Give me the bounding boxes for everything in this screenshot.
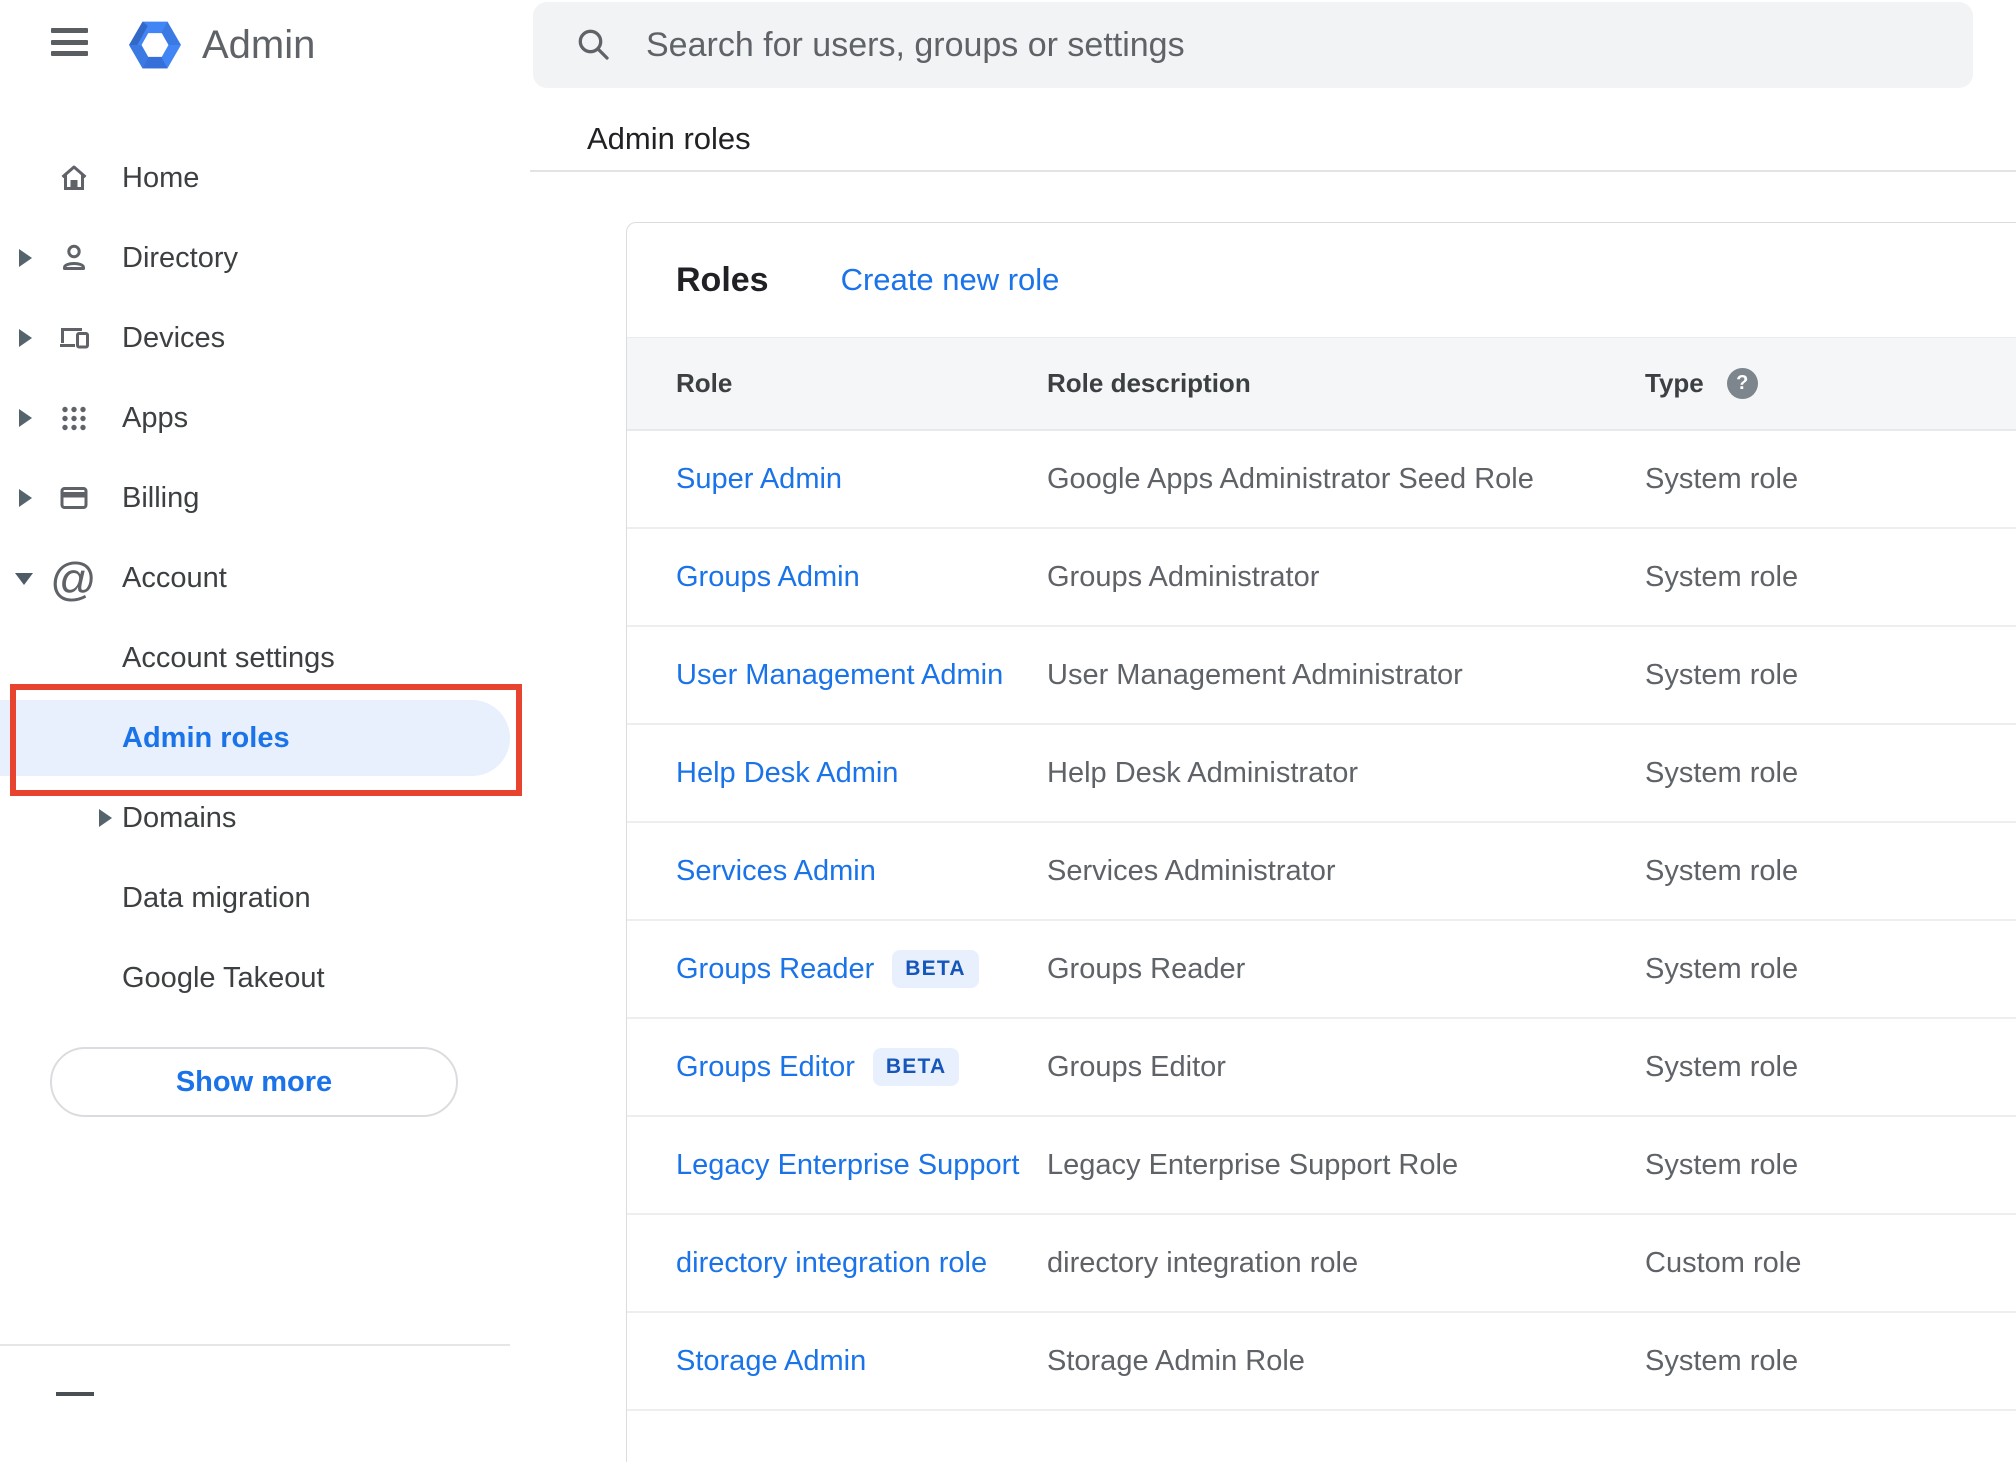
collapse-arrow-icon[interactable] <box>15 573 33 585</box>
account-icon: @ <box>50 552 97 606</box>
search-bar[interactable] <box>533 2 1973 88</box>
role-type: System role <box>1645 1051 2016 1084</box>
sidebar-item-label: Data migration <box>122 882 311 915</box>
table-row: User Management Admin User Management Ad… <box>627 627 2016 725</box>
sidebar-item-admin-roles[interactable]: Admin roles <box>0 698 530 778</box>
table-row: Legacy Enterprise Support Legacy Enterpr… <box>627 1117 2016 1215</box>
role-link[interactable]: directory integration role <box>676 1247 987 1280</box>
sidebar-item-data-migration[interactable]: Data migration <box>0 858 530 938</box>
role-link[interactable]: Groups Editor <box>676 1051 855 1084</box>
sidebar-item-domains[interactable]: Domains <box>0 778 530 858</box>
devices-icon <box>56 320 92 356</box>
role-type: Custom role <box>1645 1247 2016 1280</box>
role-link[interactable]: Storage Admin <box>676 1345 866 1378</box>
beta-badge: BETA <box>892 950 978 988</box>
column-header-description: Role description <box>1047 368 1645 399</box>
table-row: Help Desk Admin Help Desk Administrator … <box>627 725 2016 823</box>
role-link[interactable]: Super Admin <box>676 463 842 496</box>
billing-icon <box>56 480 92 516</box>
table-row: Super Admin Google Apps Administrator Se… <box>627 431 2016 529</box>
sidebar-item-label: Admin roles <box>122 722 290 755</box>
role-description: Services Administrator <box>1047 855 1645 888</box>
role-link[interactable]: User Management Admin <box>676 659 1003 692</box>
header-divider <box>530 170 2016 172</box>
home-icon <box>56 160 92 196</box>
expand-arrow-icon[interactable] <box>19 409 32 427</box>
sidebar-item-label: Domains <box>122 802 236 835</box>
main-content: Admin roles Roles Create new role Role R… <box>530 0 2016 1396</box>
role-description: directory integration role <box>1047 1247 1645 1280</box>
column-header-type: Type <box>1645 368 1704 399</box>
role-link[interactable]: Legacy Enterprise Support <box>676 1149 1019 1182</box>
sidebar-item-apps[interactable]: Apps <box>0 378 530 458</box>
table-row: Groups Editor BETA Groups Editor System … <box>627 1019 2016 1117</box>
admin-logo-icon <box>127 17 183 78</box>
roles-card: Roles Create new role Role Role descript… <box>626 222 2016 1462</box>
role-description: Legacy Enterprise Support Role <box>1047 1149 1645 1182</box>
cutoff-bottom-icon <box>56 1392 94 1396</box>
role-description: Groups Editor <box>1047 1051 1645 1084</box>
sidebar-item-devices[interactable]: Devices <box>0 298 530 378</box>
create-new-role-link[interactable]: Create new role <box>841 262 1060 298</box>
sidebar-item-label: Account settings <box>122 642 335 675</box>
sidebar-item-label: Directory <box>122 242 238 275</box>
sidebar-item-billing[interactable]: Billing <box>0 458 530 538</box>
sidebar-item-label: Account <box>122 562 227 595</box>
role-description: User Management Administrator <box>1047 659 1645 692</box>
expand-arrow-icon[interactable] <box>19 249 32 267</box>
show-more-button[interactable]: Show more <box>50 1047 458 1117</box>
hamburger-menu-icon[interactable] <box>51 28 89 56</box>
role-type: System role <box>1645 757 2016 790</box>
sidebar-item-google-takeout[interactable]: Google Takeout <box>0 938 530 1018</box>
help-icon[interactable]: ? <box>1727 368 1758 399</box>
sidebar-item-label: Apps <box>122 402 188 435</box>
breadcrumb: Admin roles <box>587 121 751 157</box>
role-description: Groups Reader <box>1047 953 1645 986</box>
sidebar: Admin Home Directory D <box>0 0 530 1396</box>
role-type: System role <box>1645 463 2016 496</box>
sidebar-item-directory[interactable]: Directory <box>0 218 530 298</box>
role-link[interactable]: Groups Admin <box>676 561 860 594</box>
role-type: System role <box>1645 855 2016 888</box>
sidebar-item-label: Billing <box>122 482 199 515</box>
expand-arrow-icon[interactable] <box>19 329 32 347</box>
expand-arrow-icon[interactable] <box>99 809 112 827</box>
sidebar-menu: Home Directory Devices <box>0 138 530 1018</box>
expand-arrow-icon[interactable] <box>19 489 32 507</box>
role-link[interactable]: Services Admin <box>676 855 876 888</box>
role-type: System role <box>1645 1149 2016 1182</box>
apps-icon <box>56 400 92 436</box>
role-description: Groups Administrator <box>1047 561 1645 594</box>
sidebar-divider <box>0 1344 510 1346</box>
sidebar-item-label: Home <box>122 162 199 195</box>
table-row: Groups Admin Groups Administrator System… <box>627 529 2016 627</box>
role-type: System role <box>1645 659 2016 692</box>
role-link[interactable]: Groups Reader <box>676 953 874 986</box>
table-row: Services Admin Services Administrator Sy… <box>627 823 2016 921</box>
sidebar-item-label: Devices <box>122 322 225 355</box>
sidebar-item-account[interactable]: @ Account <box>0 538 530 618</box>
search-input[interactable] <box>646 15 1973 75</box>
roles-card-header: Roles Create new role <box>627 223 2016 337</box>
role-type: System role <box>1645 561 2016 594</box>
beta-badge: BETA <box>873 1048 959 1086</box>
table-row: Groups Reader BETA Groups Reader System … <box>627 921 2016 1019</box>
role-type: System role <box>1645 1345 2016 1378</box>
search-icon <box>574 25 614 65</box>
roles-table-header: Role Role description Type ? <box>627 337 2016 431</box>
sidebar-item-home[interactable]: Home <box>0 138 530 218</box>
table-row: Storage Admin Storage Admin Role System … <box>627 1313 2016 1411</box>
role-type: System role <box>1645 953 2016 986</box>
sidebar-item-label: Google Takeout <box>122 962 325 995</box>
table-row: directory integration role directory int… <box>627 1215 2016 1313</box>
role-description: Google Apps Administrator Seed Role <box>1047 463 1645 496</box>
role-description: Help Desk Administrator <box>1047 757 1645 790</box>
role-description: Storage Admin Role <box>1047 1345 1645 1378</box>
sidebar-item-account-settings[interactable]: Account settings <box>0 618 530 698</box>
brand-title: Admin <box>202 23 315 68</box>
column-header-role: Role <box>676 368 1047 399</box>
directory-icon <box>56 240 92 276</box>
card-title: Roles <box>676 261 769 300</box>
role-link[interactable]: Help Desk Admin <box>676 757 898 790</box>
